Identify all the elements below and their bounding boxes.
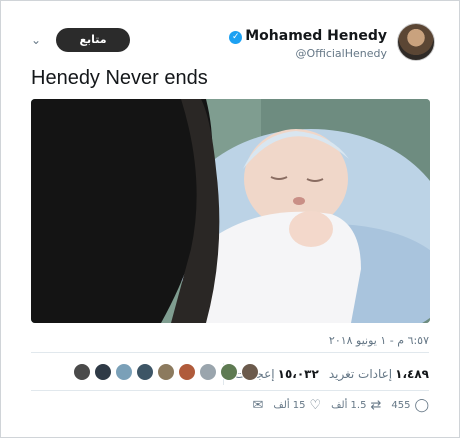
liker-avatar[interactable] bbox=[220, 363, 238, 381]
liker-avatar[interactable] bbox=[115, 363, 133, 381]
user-handle[interactable]: @OfficialHenedy bbox=[229, 47, 387, 60]
avatar[interactable] bbox=[397, 23, 435, 61]
display-name[interactable]: Mohamed Henedy bbox=[245, 28, 387, 44]
reply-button[interactable]: ◯ 455 bbox=[391, 398, 429, 413]
divider bbox=[31, 390, 429, 391]
liker-avatar[interactable] bbox=[136, 363, 154, 381]
direct-message-button[interactable]: ✉ bbox=[253, 398, 264, 413]
like-button[interactable]: ♡ 15 ألف bbox=[273, 398, 321, 413]
retweets-stat[interactable]: ١،٤٨٩إعادات تغريد bbox=[329, 367, 429, 381]
following-button[interactable]: متابع bbox=[56, 28, 130, 52]
liker-avatars[interactable] bbox=[73, 363, 259, 381]
tweet-card: ✓ Mohamed Henedy @OfficialHenedy متابع ⌄ … bbox=[0, 0, 460, 438]
liker-avatar[interactable] bbox=[178, 363, 196, 381]
retweets-count: ١،٤٨٩ bbox=[395, 367, 429, 381]
retweet-button[interactable]: ⇄ 1.5 ألف bbox=[331, 398, 381, 413]
liker-avatar[interactable] bbox=[157, 363, 175, 381]
liker-avatar[interactable] bbox=[73, 363, 91, 381]
verified-badge-icon: ✓ bbox=[229, 31, 243, 44]
author-block[interactable]: ✓ Mohamed Henedy @OfficialHenedy bbox=[229, 25, 387, 60]
tweet-actions: ◯ 455 ⇄ 1.5 ألف ♡ 15 ألف ✉ bbox=[253, 398, 429, 413]
likes-count: ١٥،٠٣٢ bbox=[277, 367, 319, 381]
retweet-icon: ⇄ bbox=[370, 398, 382, 413]
liker-avatar[interactable] bbox=[199, 363, 217, 381]
direct-message-icon: ✉ bbox=[252, 398, 264, 413]
reply-icon: ◯ bbox=[414, 398, 429, 413]
chevron-down-icon[interactable]: ⌄ bbox=[31, 33, 41, 47]
like-count: 15 ألف bbox=[273, 400, 306, 411]
liker-avatar[interactable] bbox=[241, 363, 259, 381]
tweet-photo[interactable] bbox=[31, 99, 430, 323]
tweet-text: Henedy Never ends bbox=[31, 67, 208, 89]
liker-avatar[interactable] bbox=[94, 363, 112, 381]
reply-count: 455 bbox=[391, 400, 411, 411]
baby-photo-image bbox=[31, 99, 430, 323]
retweets-label: إعادات تغريد bbox=[328, 367, 393, 381]
tweet-timestamp[interactable]: ٦:٥٧ م - ١ يونيو ٢٠١٨ bbox=[329, 334, 429, 347]
divider bbox=[31, 352, 429, 353]
retweet-count: 1.5 ألف bbox=[331, 400, 367, 411]
heart-icon: ♡ bbox=[309, 398, 322, 413]
